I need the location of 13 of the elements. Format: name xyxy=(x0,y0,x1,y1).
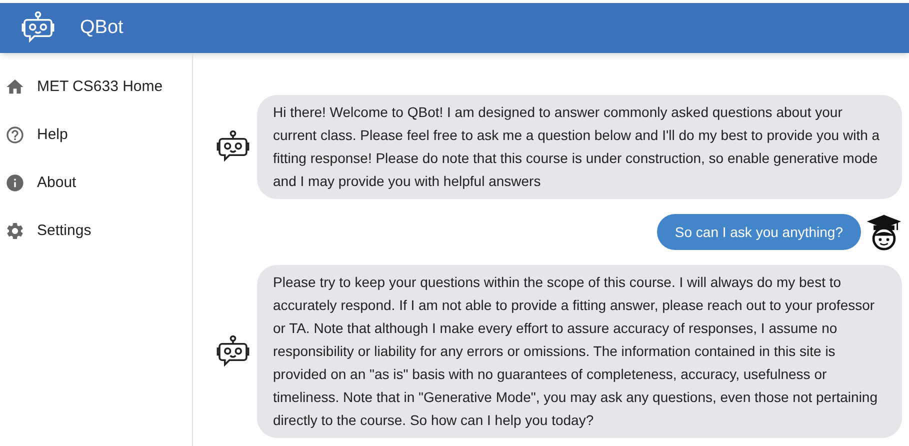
bot-message: Please try to keep your questions within the scope of this course. I will always do my best to accurately respond. If I am not able to provide a fitting answer, please reach out to your professor or TA. Note that although I make every effort to assure accuracy of responses, I assume no responsibility or liability for any errors or omissions. The information contained in this site is provided on an "as is" basis with no guarantees of completeness, accuracy, usefulness or timeliness. Note that in "Generative Mode", you may ask any questions, even those not pertaining directly to the course. So how can I help you today? xyxy=(257,265,902,438)
sidebar-item[interactable]: Settings xyxy=(0,207,192,255)
settings-icon xyxy=(5,221,25,241)
bot-message: Hi there! Welcome to QBot! I am designed to answer commonly asked questions about your current class. Please feel free to ask me a question below and I'll do my best to provide you with a fitting response! Please do note that this course is under construction, so enable generative mode and I may provide you with helpful answers xyxy=(257,95,902,199)
info-icon xyxy=(5,173,25,193)
graduate-avatar-icon xyxy=(865,213,903,251)
sidebar-item[interactable]: Help xyxy=(0,111,192,159)
help-icon xyxy=(5,125,25,145)
user-message: So can I ask you anything? xyxy=(656,214,861,250)
app-title: QBot xyxy=(80,16,124,40)
sidebar-item[interactable]: About xyxy=(0,159,192,207)
robot-icon xyxy=(215,334,251,370)
sidebar-item[interactable]: MET CS633 Home xyxy=(0,63,192,111)
